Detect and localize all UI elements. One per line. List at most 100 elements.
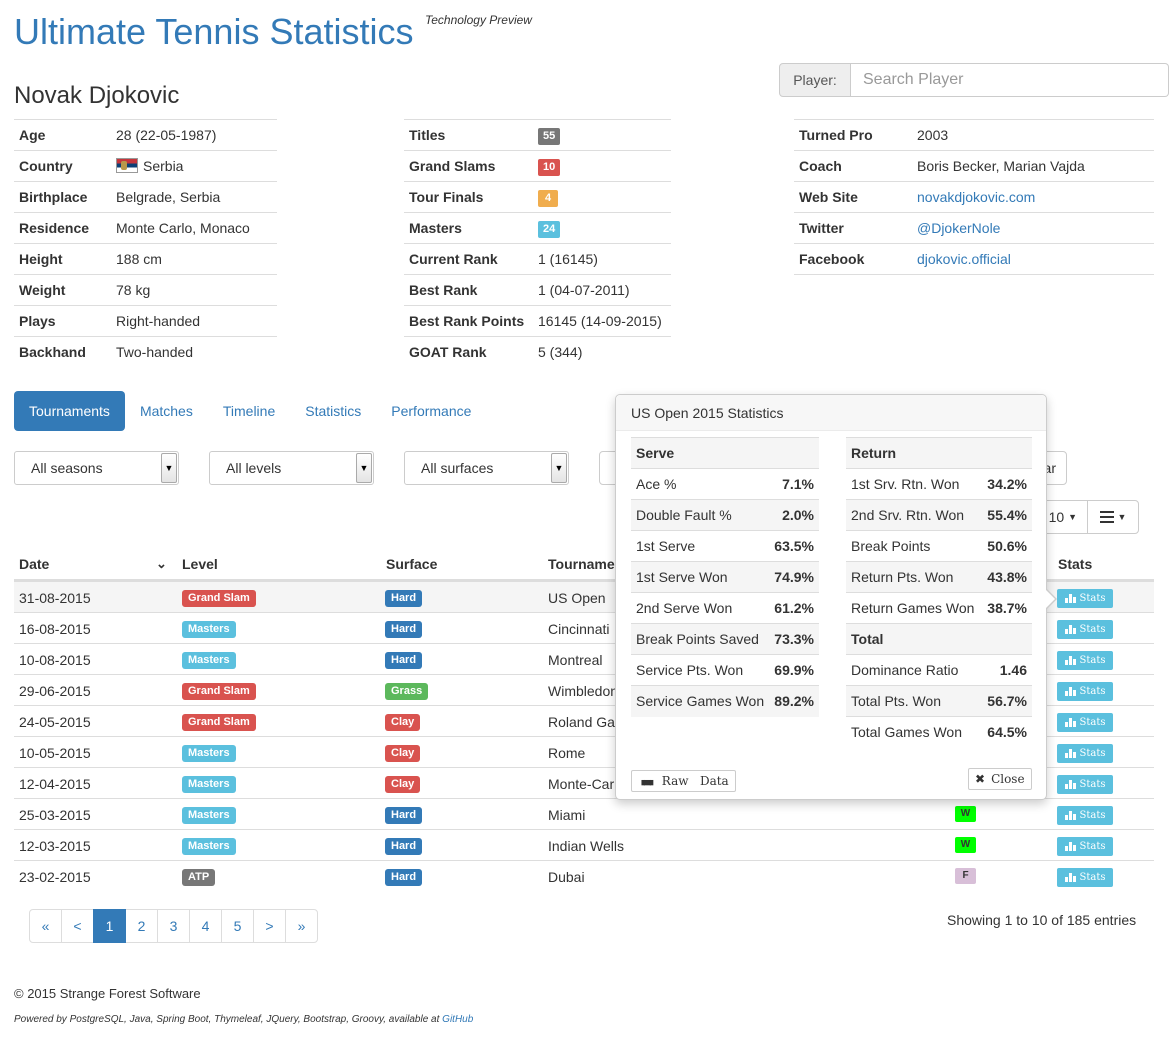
col-tournament[interactable]: Tourname — [548, 556, 615, 572]
result-badge: W — [955, 806, 976, 822]
stats-button[interactable]: Stats — [1057, 682, 1113, 701]
info-row-masters: Masters 24 — [404, 212, 671, 244]
page-2[interactable]: 2 — [125, 909, 158, 943]
stats-button[interactable]: Stats — [1057, 837, 1113, 856]
row-tournament[interactable]: Rome — [548, 745, 585, 761]
stats-button[interactable]: Stats — [1057, 713, 1113, 732]
level-label: Masters — [182, 776, 236, 793]
tab-timeline[interactable]: Timeline — [208, 391, 290, 431]
close-button[interactable]: ✖ Close — [968, 768, 1032, 790]
info-row-weight: Weight 78 kg — [14, 274, 277, 306]
stats-button[interactable]: Stats — [1057, 868, 1113, 887]
sort-desc-icon[interactable]: ⌄ — [156, 556, 167, 572]
season-select[interactable]: All seasons ▼ — [14, 451, 179, 485]
col-stats: Stats — [1058, 556, 1093, 572]
col-level[interactable]: Level — [182, 556, 218, 572]
row-tournament[interactable]: Monte-Car — [548, 776, 614, 792]
tab-performance[interactable]: Performance — [376, 391, 486, 431]
github-link[interactable]: GitHub — [442, 1014, 473, 1025]
info-value: djokovic.official — [912, 243, 1154, 275]
stat-value: 55.4% — [981, 499, 1032, 531]
row-tournament[interactable]: Miami — [548, 807, 585, 823]
chevron-down-icon: ▼ — [161, 453, 177, 483]
row-tournament[interactable]: Cincinnati — [548, 621, 609, 637]
powered-by-text: Powered by PostgreSQL, Java, Spring Boot… — [14, 1014, 440, 1025]
row-tournament[interactable]: Indian Wells — [548, 838, 624, 854]
info-value: 1 (16145) — [533, 243, 671, 275]
stats-button-label: Stats — [1079, 717, 1106, 728]
grand-slams-badge: 10 — [538, 158, 561, 176]
stats-button-label: Stats — [1079, 810, 1106, 821]
app-title[interactable]: Ultimate Tennis Statistics — [14, 10, 413, 54]
tab-statistics[interactable]: Statistics — [290, 391, 376, 431]
stat-value: 64.5% — [981, 716, 1032, 748]
bar-chart-icon — [1064, 594, 1076, 603]
info-key: Birthplace — [14, 181, 111, 213]
stats-button[interactable]: Stats — [1057, 589, 1113, 608]
table-row: 12-03-2015 Masters Hard Indian Wells W Stats — [14, 829, 1154, 860]
stats-button-label: Stats — [1079, 593, 1106, 604]
info-key: Plays — [14, 305, 111, 337]
surface-label: Hard — [385, 807, 423, 824]
info-row-residence: Residence Monte Carlo, Monaco — [14, 212, 277, 244]
page-1[interactable]: 1 — [93, 909, 126, 943]
page-4[interactable]: 4 — [189, 909, 222, 943]
page-prev[interactable]: < — [61, 909, 94, 943]
row-tournament[interactable]: Roland Ga — [548, 714, 615, 730]
row-tournament[interactable]: Dubai — [548, 869, 585, 885]
info-row-tour-finals: Tour Finals 4 — [404, 181, 671, 213]
stat-row: Return Pts. Won 43.8% — [846, 561, 1032, 593]
raw-data-button[interactable]: ▗▄▖ Raw Data — [631, 770, 736, 792]
info-value: Right-handed — [111, 305, 277, 337]
stat-row: Ace % 7.1% — [631, 468, 819, 500]
info-row-age: Age 28 (22-05-1987) — [14, 119, 277, 151]
columns-dropdown[interactable]: ▼ — [1087, 500, 1139, 534]
page-first[interactable]: « — [29, 909, 62, 943]
tab-matches[interactable]: Matches — [125, 391, 208, 431]
twitter-link[interactable]: @DjokerNole — [917, 220, 1000, 236]
player-search-input[interactable] — [851, 63, 1169, 97]
surface-select[interactable]: All surfaces ▼ — [404, 451, 569, 485]
row-tournament[interactable]: Wimbledon — [548, 683, 618, 699]
stat-value: 38.7% — [981, 592, 1032, 624]
row-tournament[interactable]: Montreal — [548, 652, 602, 668]
stats-button[interactable]: Stats — [1057, 620, 1113, 639]
level-select[interactable]: All levels ▼ — [209, 451, 374, 485]
info-value: Two-handed — [111, 336, 277, 368]
stat-row: 1st Serve Won 74.9% — [631, 561, 819, 593]
info-value: 5 (344) — [533, 336, 671, 368]
info-value: 28 (22-05-1987) — [111, 119, 277, 151]
level-label: Masters — [182, 807, 236, 824]
info-value: 188 cm — [111, 243, 277, 275]
row-tournament[interactable]: US Open — [548, 590, 606, 606]
stat-row: 2nd Srv. Rtn. Won 55.4% — [846, 499, 1032, 531]
chevron-down-icon: ▼ — [551, 453, 567, 483]
page-3[interactable]: 3 — [157, 909, 190, 943]
page-next[interactable]: > — [253, 909, 286, 943]
col-surface[interactable]: Surface — [386, 556, 437, 572]
stats-button[interactable]: Stats — [1057, 651, 1113, 670]
level-label: Grand Slam — [182, 714, 256, 731]
row-date: 31-08-2015 — [19, 590, 91, 606]
stat-label: 1st Serve — [631, 530, 770, 562]
info-key: Turned Pro — [794, 119, 912, 151]
page-last[interactable]: » — [285, 909, 318, 943]
caret-down-icon: ▼ — [1068, 512, 1077, 522]
stats-button[interactable]: Stats — [1057, 775, 1113, 794]
page-5[interactable]: 5 — [221, 909, 254, 943]
stats-button[interactable]: Stats — [1057, 744, 1113, 763]
info-row-twitter: Twitter @DjokerNole — [794, 212, 1154, 244]
col-date[interactable]: Date — [19, 556, 49, 572]
surface-label: Hard — [385, 652, 423, 669]
stats-button[interactable]: Stats — [1057, 806, 1113, 825]
stat-label: Double Fault % — [631, 499, 770, 531]
player-name: Novak Djokovic — [14, 82, 180, 109]
table-row: 25-03-2015 Masters Hard Miami W Stats — [14, 798, 1154, 829]
facebook-link[interactable]: djokovic.official — [917, 251, 1011, 267]
tab-tournaments[interactable]: Tournaments — [14, 391, 125, 431]
stats-button-label: Stats — [1079, 872, 1106, 883]
chevron-down-icon: ▼ — [356, 453, 372, 483]
bar-chart-icon — [1064, 656, 1076, 665]
info-key: Grand Slams — [404, 150, 533, 182]
website-link[interactable]: novakdjokovic.com — [917, 189, 1035, 205]
